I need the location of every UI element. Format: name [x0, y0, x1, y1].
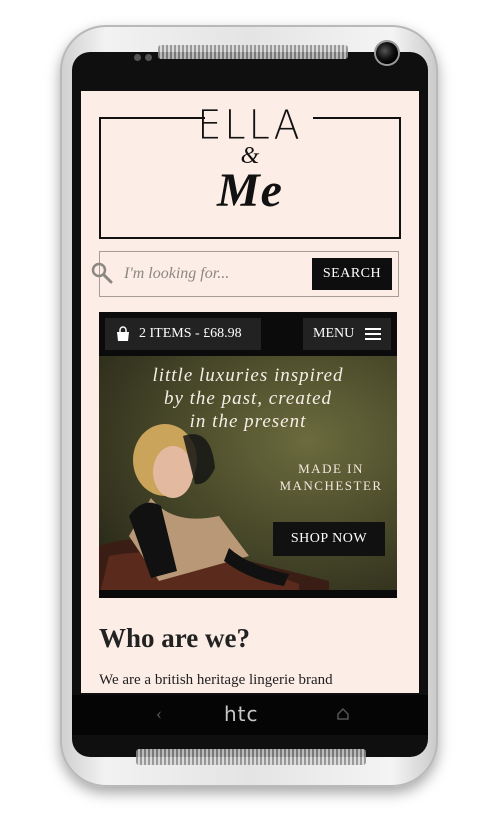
shopping-bag-icon	[117, 326, 129, 341]
home-icon[interactable]	[336, 707, 350, 721]
logo-ella[interactable]: ELLA	[81, 102, 419, 148]
menu-button[interactable]: MENU	[303, 318, 391, 350]
shop-now-button[interactable]: SHOP NOW	[273, 522, 385, 556]
device-brand-logo: htc	[224, 702, 259, 726]
made-in-manchester: MADE IN MANCHESTER	[279, 461, 383, 493]
hamburger-icon	[365, 328, 381, 340]
search-button[interactable]: SEARCH	[312, 258, 392, 290]
cart-summary: 2 ITEMS - £68.98	[139, 326, 242, 341]
search-form: I'm looking for... SEARCH	[91, 251, 399, 297]
logo-me[interactable]: Me	[81, 163, 419, 218]
hero-tagline: little luxuries inspired by the past, cr…	[152, 365, 344, 432]
search-input[interactable]: I'm looking for...	[124, 252, 304, 296]
sensor-dots	[134, 48, 156, 61]
front-camera-icon	[376, 42, 398, 64]
device-nav-bar: ‹ htc	[72, 695, 428, 735]
section-heading: Who are we?	[99, 623, 250, 653]
cart-button[interactable]: 2 ITEMS - £68.98	[105, 318, 261, 350]
back-icon[interactable]: ‹	[156, 703, 162, 724]
intro-text: We are a british heritage lingerie brand	[99, 672, 333, 688]
screen: ELLA & Me I'm looking for... SEARCH 2 IT…	[81, 91, 419, 693]
hero-banner[interactable]: little luxuries inspired by the past, cr…	[99, 356, 397, 598]
bottom-speaker	[136, 749, 366, 765]
header-bar: 2 ITEMS - £68.98 MENU	[99, 312, 397, 356]
search-icon[interactable]	[91, 262, 113, 284]
menu-label: MENU	[313, 326, 355, 341]
earpiece-speaker	[158, 45, 348, 59]
